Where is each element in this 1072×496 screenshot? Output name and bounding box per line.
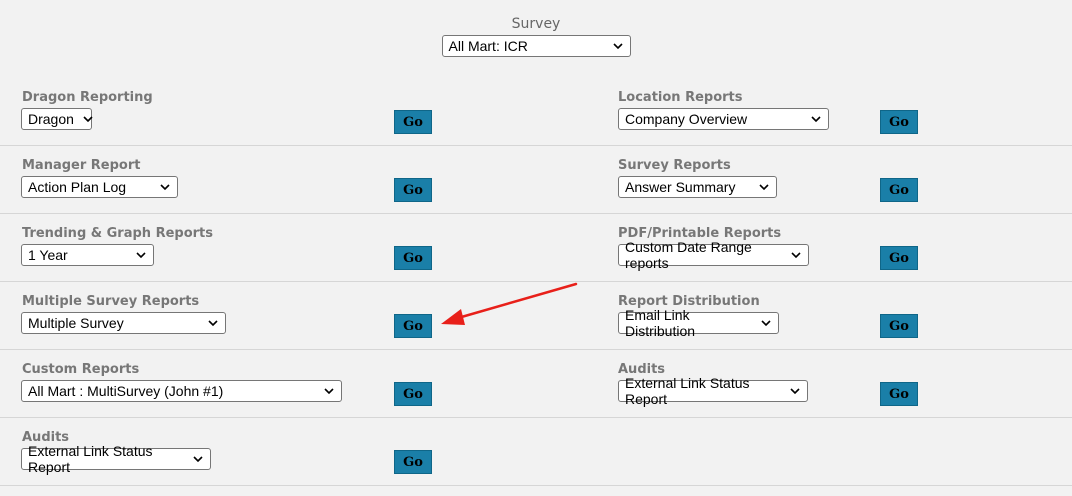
- multiple-survey-reports-go-button[interactable]: Go: [394, 314, 432, 338]
- custom-reports-title: Custom Reports: [22, 362, 140, 377]
- chevron-down-icon: [83, 116, 93, 123]
- chevron-down-icon: [136, 252, 146, 259]
- chevron-down-icon: [759, 184, 769, 191]
- select-value: Custom Date Range reports: [625, 239, 752, 271]
- multiple-survey-reports-title: Multiple Survey Reports: [22, 294, 200, 309]
- manager-report-select[interactable]: Action Plan Log: [21, 176, 178, 198]
- chevron-down-icon: [208, 320, 218, 327]
- survey-reports-title: Survey Reports: [618, 158, 731, 173]
- manager-report-go-button[interactable]: Go: [394, 178, 432, 202]
- chevron-down-icon: [811, 116, 821, 123]
- chevron-down-icon: [612, 43, 623, 50]
- chevron-down-icon: [790, 388, 800, 395]
- report-row: Dragon Reporting Dragon Go Location Repo…: [0, 79, 1072, 146]
- pdf-printable-reports-go-button[interactable]: Go: [880, 246, 918, 270]
- location-reports-select[interactable]: Company Overview: [618, 108, 829, 130]
- select-value: Action Plan Log: [28, 179, 127, 195]
- select-value: Company Overview: [625, 111, 748, 127]
- report-row: Trending & Graph Reports 1 Year Go PDF/P…: [0, 215, 1072, 282]
- dragon-reporting-title: Dragon Reporting: [22, 90, 153, 105]
- dragon-reporting-go-button[interactable]: Go: [394, 110, 432, 134]
- location-reports-title: Location Reports: [618, 90, 743, 105]
- trending-graph-reports-title: Trending & Graph Reports: [22, 226, 214, 241]
- report-distribution-go-button[interactable]: Go: [880, 314, 918, 338]
- manager-report-title: Manager Report: [22, 158, 141, 173]
- audits-left-select[interactable]: External Link Status Report: [21, 443, 211, 475]
- report-row: Multiple Survey Reports Multiple Survey …: [0, 283, 1072, 350]
- location-reports-go-button[interactable]: Go: [880, 110, 918, 134]
- report-row: Custom Reports All Mart : MultiSurvey (J…: [0, 351, 1072, 418]
- report-row: Audits External Link Status Report Go: [0, 419, 1072, 486]
- select-value: 1 Year: [28, 247, 68, 263]
- select-value: Multiple Survey: [28, 315, 124, 331]
- report-row: Manager Report Action Plan Log Go Survey…: [0, 147, 1072, 214]
- multiple-survey-reports-select[interactable]: Multiple Survey: [21, 312, 226, 334]
- audits-right-select[interactable]: External Link Status Report: [618, 375, 808, 407]
- survey-reports-select[interactable]: Answer Summary: [618, 176, 777, 198]
- custom-reports-select[interactable]: All Mart : MultiSurvey (John #1): [21, 380, 342, 402]
- audits-left-go-button[interactable]: Go: [394, 450, 432, 474]
- trending-graph-reports-select[interactable]: 1 Year: [21, 244, 154, 266]
- chevron-down-icon: [791, 252, 801, 259]
- survey-reports-go-button[interactable]: Go: [880, 178, 918, 202]
- survey-label: Survey: [511, 16, 561, 32]
- select-value: Answer Summary: [625, 179, 736, 195]
- survey-header: Survey All Mart: ICR: [0, 16, 1072, 57]
- report-distribution-select[interactable]: Email Link Distribution: [618, 307, 779, 339]
- pdf-printable-reports-select[interactable]: Custom Date Range reports: [618, 239, 809, 271]
- select-value: External Link Status Report: [28, 443, 153, 475]
- custom-reports-go-button[interactable]: Go: [394, 382, 432, 406]
- audits-right-go-button[interactable]: Go: [880, 382, 918, 406]
- select-value: All Mart : MultiSurvey (John #1): [28, 383, 224, 399]
- select-value: External Link Status Report: [625, 375, 750, 407]
- chevron-down-icon: [761, 320, 771, 327]
- survey-select[interactable]: All Mart: ICR: [441, 35, 631, 57]
- chevron-down-icon: [324, 388, 334, 395]
- chevron-down-icon: [193, 456, 203, 463]
- select-value: Dragon: [28, 111, 74, 127]
- dragon-reporting-select[interactable]: Dragon: [21, 108, 93, 130]
- trending-graph-reports-go-button[interactable]: Go: [394, 246, 432, 270]
- survey-select-value: All Mart: ICR: [448, 38, 528, 54]
- select-value: Email Link Distribution: [625, 307, 696, 339]
- chevron-down-icon: [160, 184, 170, 191]
